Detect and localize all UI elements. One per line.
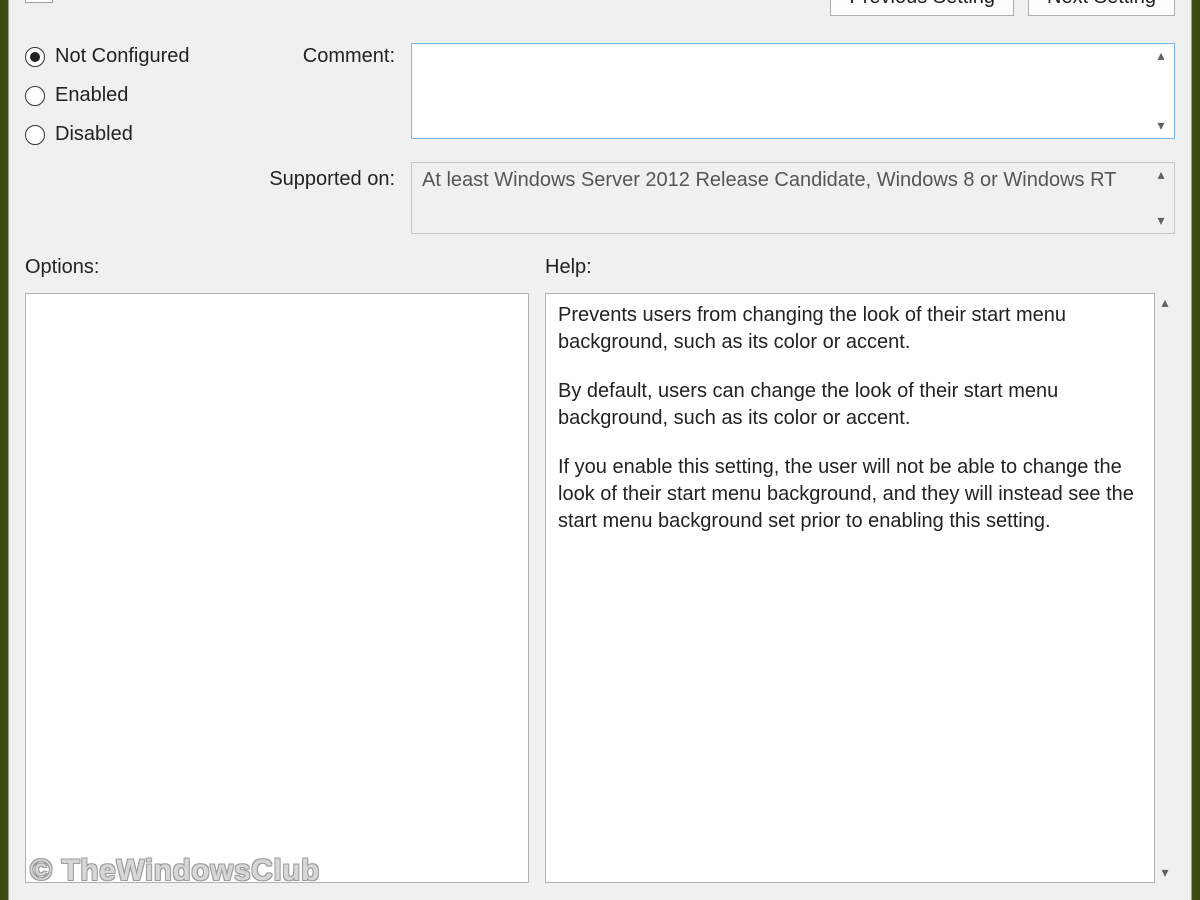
supported-on-value: At least Windows Server 2012 Release Can… (422, 169, 1116, 191)
help-panel[interactable]: Prevents users from changing the look of… (545, 293, 1155, 883)
title-bar: Previous Setting Next Setting (9, 0, 1191, 23)
supported-on-field: At least Windows Server 2012 Release Can… (411, 162, 1175, 234)
state-radio-group: Not Configured Enabled Disabled (25, 43, 225, 146)
scroll-down-icon[interactable]: ▾ (1152, 213, 1170, 229)
state-radio-not-configured[interactable]: Not Configured (25, 45, 225, 68)
panels-row: Prevents users from changing the look of… (25, 293, 1175, 883)
help-paragraph: Prevents users from changing the look of… (558, 302, 1142, 356)
help-paragraph: If you enable this setting, the user wil… (558, 454, 1142, 535)
content-area: Not Configured Enabled Disabled Comment:… (9, 43, 1191, 883)
upper-grid: Not Configured Enabled Disabled Comment:… (25, 43, 1175, 234)
comment-label: Comment: (233, 43, 403, 68)
section-labels: Options: Help: (25, 256, 1175, 279)
previous-setting-button[interactable]: Previous Setting (830, 0, 1014, 16)
help-paragraph: By default, users can change the look of… (558, 378, 1142, 432)
radio-icon (25, 86, 45, 106)
scroll-down-icon[interactable]: ▾ (1152, 118, 1170, 134)
nav-buttons: Previous Setting Next Setting (830, 0, 1175, 16)
supported-on-label: Supported on: (233, 146, 403, 191)
scroll-up-icon[interactable]: ▴ (1152, 48, 1170, 64)
radio-icon (25, 125, 45, 145)
options-panel[interactable] (25, 293, 529, 883)
options-label: Options: (25, 256, 545, 279)
help-wrap: Prevents users from changing the look of… (545, 293, 1175, 883)
help-scrollbar[interactable]: ▴ ▾ (1155, 293, 1175, 883)
scroll-up-icon[interactable]: ▴ (1152, 167, 1170, 183)
radio-icon (25, 47, 45, 67)
scroll-down-icon[interactable]: ▾ (1156, 865, 1174, 881)
comment-textarea[interactable]: ▴ ▾ (411, 43, 1175, 139)
policy-editor-window: Previous Setting Next Setting Not Config… (8, 0, 1192, 900)
state-radio-disabled[interactable]: Disabled (25, 123, 225, 146)
policy-icon (25, 0, 53, 3)
radio-label: Disabled (55, 123, 133, 146)
radio-label: Enabled (55, 84, 128, 107)
help-label: Help: (545, 256, 1175, 279)
desktop-background: Previous Setting Next Setting Not Config… (0, 0, 1200, 900)
scroll-up-icon[interactable]: ▴ (1156, 295, 1174, 311)
state-radio-enabled[interactable]: Enabled (25, 84, 225, 107)
radio-label: Not Configured (55, 45, 190, 68)
next-setting-button[interactable]: Next Setting (1028, 0, 1175, 16)
